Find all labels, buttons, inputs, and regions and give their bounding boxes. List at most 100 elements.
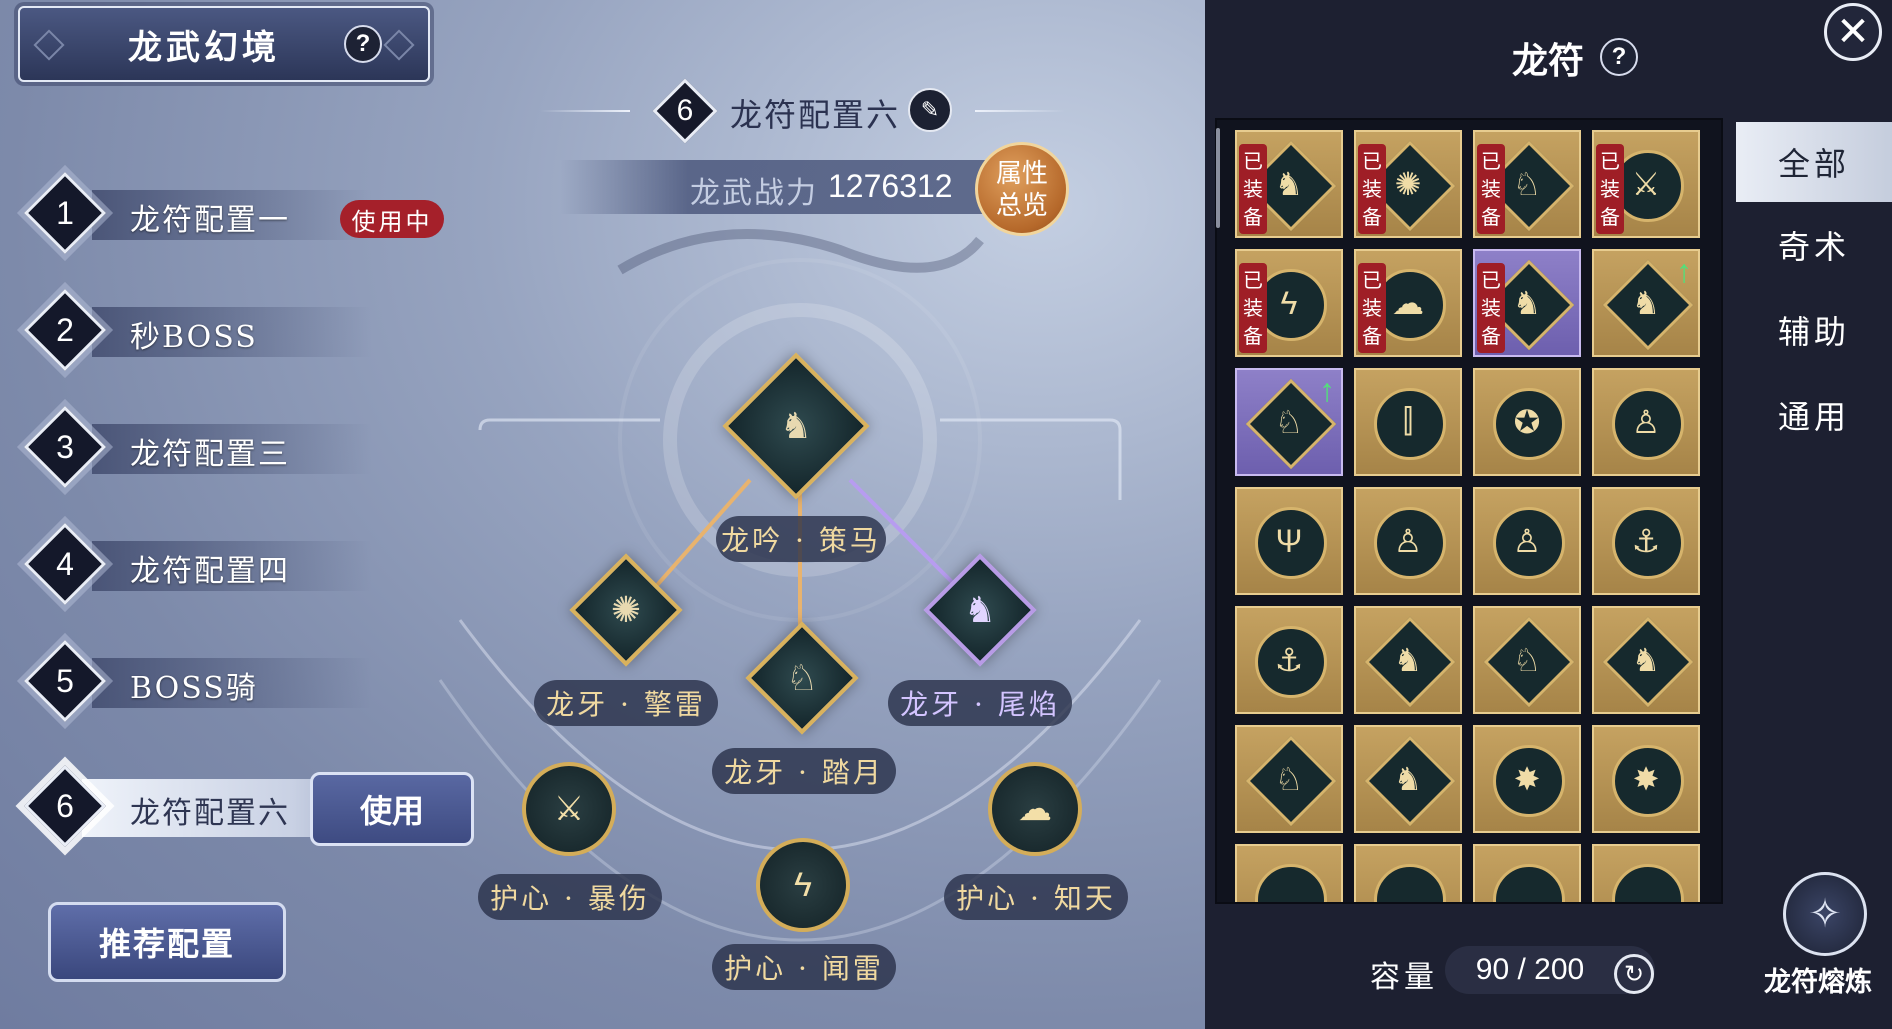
rune-cell[interactable]: ⫿: [1354, 368, 1462, 476]
help-icon[interactable]: ?: [344, 25, 382, 63]
config-item-5[interactable]: 5 BOSS骑: [22, 638, 382, 726]
equipped-tag: 已装备: [1477, 144, 1505, 234]
equipped-tag: 已装备: [1239, 263, 1267, 353]
config-number: 2: [56, 311, 74, 348]
rune-cell[interactable]: ✺ 已装备: [1354, 130, 1462, 238]
attribute-overview-button[interactable]: 属性 总览: [975, 142, 1069, 236]
config-label: 龙符配置一: [130, 203, 290, 238]
page-title: 龙武幻境: [128, 27, 280, 68]
rune-cell[interactable]: ♘ ↑: [1235, 368, 1343, 476]
close-icon[interactable]: ✕: [1824, 3, 1882, 61]
forge-icon[interactable]: ✧: [1783, 872, 1867, 956]
equipped-tag: 已装备: [1239, 144, 1267, 234]
rune-cell[interactable]: Ψ: [1235, 487, 1343, 595]
rune-cell[interactable]: ⚔ 已装备: [1592, 130, 1700, 238]
guard-slot-right[interactable]: ☁: [988, 762, 1082, 856]
use-button[interactable]: 使用: [310, 772, 474, 846]
guard-label-right: 护心 · 知天: [944, 874, 1128, 920]
grid-scrollbar[interactable]: [1216, 128, 1220, 228]
rune-cell[interactable]: [1592, 844, 1700, 902]
power-bar: 龙武战力 1276312: [560, 160, 990, 214]
config-item-4[interactable]: 4 龙符配置四: [22, 521, 382, 609]
tab-qishu[interactable]: 奇术: [1736, 205, 1892, 285]
divider: [540, 110, 630, 112]
horse-rider-icon: ♞: [779, 405, 813, 446]
rune-cell[interactable]: ϟ 已装备: [1235, 249, 1343, 357]
rune-cell[interactable]: ♘: [1235, 725, 1343, 833]
rune-cell[interactable]: ✪: [1473, 368, 1581, 476]
rune-label-mid: 龙牙 · 踏月: [712, 748, 896, 794]
rune-cell[interactable]: ♞ 已装备: [1235, 130, 1343, 238]
horse-rider-icon: ♘: [1512, 642, 1542, 678]
tab-assist[interactable]: 辅助: [1736, 290, 1892, 370]
rune-cell[interactable]: ♙: [1473, 487, 1581, 595]
rune-cell[interactable]: ✸: [1592, 725, 1700, 833]
rune-label-right: 龙牙 · 尾焰: [888, 680, 1072, 726]
forge-label[interactable]: 龙符熔炼: [1764, 960, 1872, 999]
cloud-icon: ☁: [1018, 790, 1052, 828]
rune-cell[interactable]: ♞ 已装备: [1473, 249, 1581, 357]
edit-icon[interactable]: ✎: [908, 88, 952, 132]
config-item-1[interactable]: 1 龙符配置一: [22, 170, 382, 258]
tab-general[interactable]: 通用: [1736, 375, 1892, 455]
rune-cell[interactable]: ♙: [1354, 487, 1462, 595]
guard-slot-left[interactable]: ⚔: [522, 762, 616, 856]
config-item-2[interactable]: 2 秒BOSS: [22, 287, 382, 375]
config-number: 4: [56, 545, 74, 582]
config-label: 龙符配置四: [130, 554, 290, 589]
rune-cell[interactable]: ☁ 已装备: [1354, 249, 1462, 357]
rune-slot-mid[interactable]: ♘: [745, 621, 859, 735]
panel-title: 龙符: [1512, 40, 1585, 82]
rune-slot-left[interactable]: ✺: [569, 553, 683, 667]
capacity-label: 容量: [1370, 960, 1438, 995]
rune-cell[interactable]: ⚓: [1592, 487, 1700, 595]
ornament-icon: [33, 29, 65, 61]
rune-cell[interactable]: ♘: [1473, 606, 1581, 714]
capacity-value: 90 / 200: [1475, 953, 1585, 986]
anchor-icon: ⚓: [1631, 523, 1661, 559]
config-number: 6: [56, 787, 74, 824]
page-title-plate: 龙武幻境 ?: [18, 6, 430, 82]
rune-cell[interactable]: ♘ 已装备: [1473, 130, 1581, 238]
rune-cell[interactable]: ♞: [1592, 606, 1700, 714]
guard-label-mid: 护心 · 闻雷: [712, 944, 896, 990]
rune-cell[interactable]: [1354, 844, 1462, 902]
attr-line-2: 总览: [995, 191, 1048, 221]
equipped-tag: 已装备: [1477, 263, 1505, 353]
rune-cell[interactable]: ♞: [1354, 606, 1462, 714]
help-icon[interactable]: ?: [1600, 38, 1638, 76]
recommend-config-button[interactable]: 推荐配置: [48, 902, 286, 982]
rune-grid: ♞ 已装备 ✺ 已装备 ♘ 已装备 ⚔ 已装备 ϟ 已装备 ☁ 已装备 ♞ 已装备 ♞ ↑ ♘ ↑…: [1215, 118, 1723, 904]
sword-icon: ⚔: [553, 790, 585, 828]
rune-cell[interactable]: [1235, 844, 1343, 902]
rune-cell[interactable]: ♞ ↑: [1592, 249, 1700, 357]
divider: [975, 110, 1065, 112]
rune-label-top: 龙吟 · 策马: [716, 516, 886, 562]
rune-cell[interactable]: ♞: [1354, 725, 1462, 833]
rune-cell[interactable]: [1473, 844, 1581, 902]
config-item-3[interactable]: 3 龙符配置三: [22, 404, 382, 492]
rune-cell[interactable]: ⚓: [1235, 606, 1343, 714]
equipped-tag: 已装备: [1358, 263, 1386, 353]
rune-cell[interactable]: ♙: [1592, 368, 1700, 476]
config-number: 1: [56, 194, 74, 231]
warrior-icon: ♙: [1512, 523, 1542, 559]
guard-label-left: 护心 · 暴伤: [478, 874, 662, 920]
horse-rider-icon: ♘: [785, 657, 819, 698]
horse-rider-icon: ♘: [1274, 761, 1304, 797]
burst-icon: ✸: [1513, 761, 1541, 797]
guard-slot-mid[interactable]: ϟ: [756, 838, 850, 932]
config-label: 龙符配置三: [130, 437, 290, 472]
equipped-tag: 已装备: [1358, 144, 1386, 234]
trident-icon: Ψ: [1275, 522, 1303, 559]
rune-label-left: 龙牙 · 擎雷: [534, 680, 718, 726]
tab-all[interactable]: 全部: [1736, 122, 1892, 202]
equipped-tag: 已装备: [1596, 144, 1624, 234]
rune-slot-right[interactable]: ♞: [923, 553, 1037, 667]
power-label: 龙武战力: [690, 176, 818, 211]
refresh-icon[interactable]: ↻: [1614, 954, 1654, 994]
horse-rider-icon: ♞: [1393, 642, 1423, 678]
swirl-icon: ✪: [1513, 404, 1541, 440]
rune-cell[interactable]: ✸: [1473, 725, 1581, 833]
rune-slot-top[interactable]: ♞: [722, 352, 870, 500]
